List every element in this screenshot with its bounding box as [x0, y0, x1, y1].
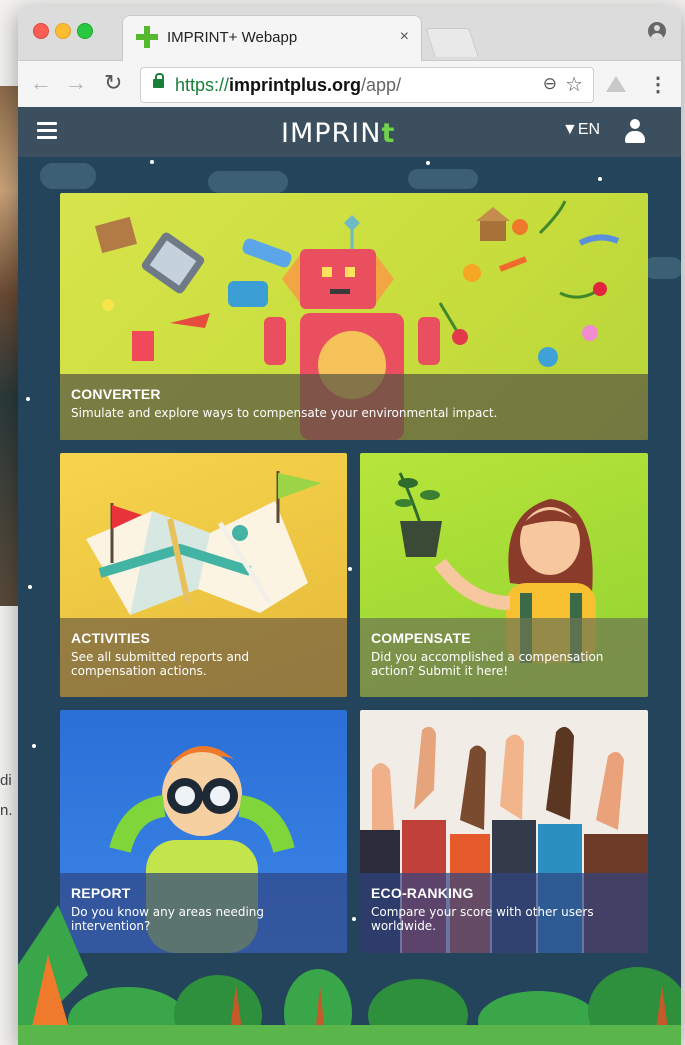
star-decoration [28, 585, 32, 589]
close-window-button[interactable] [33, 23, 49, 39]
app-viewport: IMPRINt ▼EN CONVERTER Simulate and explo… [18, 107, 681, 1045]
lock-icon [153, 73, 164, 88]
url-path: /app/ [361, 75, 402, 95]
background-text: di [0, 772, 12, 789]
background-text: n. [0, 802, 13, 819]
reload-button[interactable]: ↻ [104, 71, 122, 95]
favicon-plus-icon [136, 26, 158, 48]
browser-toolbar: ← → ↻ https://imprintplus.org/app/ ⊖ ☆ ⋮ [18, 61, 681, 108]
tab-title: IMPRINT+ Webapp [167, 29, 298, 46]
cloud-decoration [408, 169, 478, 189]
profile-icon[interactable] [648, 22, 666, 40]
cloud-decoration [208, 171, 288, 193]
user-icon[interactable] [624, 119, 646, 143]
forest-decoration [18, 905, 681, 1045]
tab-close-button[interactable]: × [400, 28, 409, 46]
star-decoration [348, 567, 352, 571]
converter-card[interactable]: CONVERTER Simulate and explore ways to c… [60, 193, 648, 440]
logo-text: IMPRIN [281, 118, 382, 149]
language-selector[interactable]: ▼EN [562, 121, 600, 139]
back-button[interactable]: ← [30, 71, 52, 95]
logo-plus: t [381, 118, 396, 149]
card-description: Simulate and explore ways to compensate … [71, 406, 498, 420]
star-decoration [598, 177, 602, 181]
card-title: COMPENSATE [371, 630, 471, 646]
card-description: See all submitted reports and compensati… [71, 650, 250, 678]
background-photo [0, 86, 20, 606]
star-decoration [150, 160, 154, 164]
imprint-logo[interactable]: IMPRINt [281, 118, 395, 149]
star-decoration [32, 744, 36, 748]
maximize-window-button[interactable] [77, 23, 93, 39]
minimize-window-button[interactable] [55, 23, 71, 39]
compensate-card[interactable]: COMPENSATE Did you accomplished a compen… [360, 453, 648, 697]
activities-caption: ACTIVITIES See all submitted reports and… [60, 618, 347, 697]
app-header: IMPRINt ▼EN [18, 107, 681, 157]
compensate-caption: COMPENSATE Did you accomplished a compen… [360, 618, 648, 697]
url-text[interactable]: https://imprintplus.org/app/ [175, 75, 401, 96]
address-bar[interactable]: https://imprintplus.org/app/ ⊖ ☆ [140, 67, 594, 103]
tab-strip: IMPRINT+ Webapp × [18, 6, 681, 62]
drive-extension-icon[interactable] [606, 76, 626, 92]
activities-card[interactable]: ACTIVITIES See all submitted reports and… [60, 453, 347, 697]
url-scheme: https:// [175, 75, 230, 95]
browser-window: IMPRINT+ Webapp × ← → ↻ https://imprintp… [18, 6, 681, 1045]
card-description: Did you accomplished a compensation acti… [371, 650, 604, 678]
converter-caption: CONVERTER Simulate and explore ways to c… [60, 374, 648, 440]
browser-menu-icon[interactable]: ⋮ [648, 72, 668, 97]
cloud-decoration [643, 257, 681, 279]
star-decoration [26, 397, 30, 401]
forward-button[interactable]: → [65, 71, 87, 95]
zoom-icon[interactable]: ⊖ [543, 74, 557, 94]
card-title: ACTIVITIES [71, 630, 151, 646]
star-decoration [426, 161, 430, 165]
bookmark-star-icon[interactable]: ☆ [565, 72, 583, 97]
url-host: imprintplus.org [229, 75, 362, 95]
new-tab-button[interactable] [425, 28, 479, 57]
browser-tab[interactable]: IMPRINT+ Webapp × [122, 15, 422, 62]
card-title: CONVERTER [71, 386, 161, 402]
cloud-decoration [40, 163, 96, 189]
hamburger-icon[interactable] [37, 122, 57, 140]
